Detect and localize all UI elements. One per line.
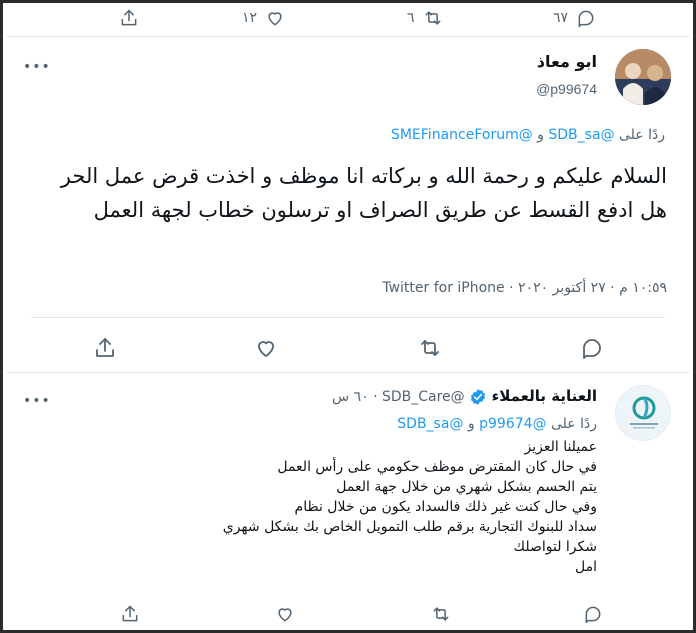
reply-line: شكرا لتواصلك <box>513 539 597 555</box>
heart-icon <box>268 12 282 26</box>
reply-line: في حال كان المقترض موظف حكومي على رأس ال… <box>277 459 597 475</box>
reply-and: و <box>467 416 475 432</box>
share-icon <box>96 338 114 357</box>
divider <box>31 317 665 318</box>
like-button[interactable] <box>275 604 295 624</box>
author-name[interactable]: ابو معاذ <box>537 52 597 71</box>
meta-separator: · <box>610 280 615 296</box>
share-button[interactable] <box>120 604 140 624</box>
retweet-button[interactable] <box>418 336 442 360</box>
avatar[interactable] <box>615 49 671 105</box>
reply-line: عميلنا العزيز <box>524 439 597 455</box>
heart-icon <box>278 608 292 622</box>
reply-line: سداد للبنوك التجارية برقم طلب التمويل ال… <box>222 519 597 535</box>
tweet-time-ago[interactable]: ٦٠ س <box>332 389 369 405</box>
more-options-icon[interactable]: ••• <box>23 59 51 75</box>
reply-icon <box>583 339 601 359</box>
tweet-date[interactable]: ٢٧ أكتوبر ٢٠٢٠ <box>518 280 606 296</box>
avatar[interactable] <box>615 385 671 441</box>
more-options-icon[interactable]: ••• <box>23 393 51 409</box>
share-icon <box>122 605 138 622</box>
reply-line: يتم الحسم بشكل شهري من خلال جهة العمل <box>336 479 597 495</box>
reply-and: و <box>537 127 544 143</box>
heart-icon <box>258 341 274 357</box>
reply-line: وفي حال كنت غير ذلك فالسداد يكون من خلال… <box>294 499 597 515</box>
reply-button[interactable]: ٦٧ <box>553 8 596 28</box>
divider <box>6 36 690 37</box>
replying-to: ردًا على @p99674 و @SDB_sa <box>397 416 597 432</box>
meta-separator: · <box>509 280 514 296</box>
retweet-count: ٦ <box>407 10 415 26</box>
mention-link[interactable]: @SMEFinanceForum <box>391 127 533 143</box>
meta-separator: · <box>373 389 378 405</box>
retweet-button[interactable] <box>431 604 451 624</box>
tweet-thread-window: ١٢ ٦ ٦٧ ابو معاذ @p99674 ••• ردًا على @S… <box>0 0 696 633</box>
retweet-button[interactable]: ٦ <box>407 8 443 28</box>
author-handle[interactable]: @SDB_Care <box>382 389 465 405</box>
reply-icon <box>578 10 594 28</box>
reply-line: امل <box>575 559 597 575</box>
share-button[interactable] <box>119 8 139 28</box>
retweet-icon <box>433 607 449 621</box>
tweet-time[interactable]: ١٠:٥٩ م <box>619 280 667 296</box>
reply-header: العناية بالعملاء @SDB_Care · ٦٠ س <box>332 387 597 406</box>
reply-icon <box>585 606 601 624</box>
reply-prefix: ردًا على <box>551 416 597 432</box>
author-handle[interactable]: @p99674 <box>536 81 597 97</box>
retweet-icon <box>421 340 439 356</box>
sdb-logo-icon <box>630 396 658 429</box>
avatar-photo <box>615 49 671 105</box>
author-name[interactable]: العناية بالعملاء <box>492 387 597 405</box>
reply-prefix: ردًا على <box>619 127 665 143</box>
like-button[interactable] <box>254 336 278 360</box>
share-icon <box>121 9 137 26</box>
reply-text: عميلنا العزيز في حال كان المقترض موظف حك… <box>63 437 597 577</box>
reply-button[interactable] <box>583 604 603 624</box>
retweet-icon <box>425 11 440 25</box>
replying-to: ردًا على @SDB_sa و @SMEFinanceForum <box>391 127 665 143</box>
like-button[interactable]: ١٢ <box>242 8 285 28</box>
tweet-text: السلام عليكم و رحمة الله و بركاته انا مو… <box>60 164 667 222</box>
like-count: ١٢ <box>242 10 258 26</box>
tweet-source[interactable]: Twitter for iPhone <box>382 280 504 296</box>
tweet-meta: ١٠:٥٩ م · ٢٧ أكتوبر ٢٠٢٠ · Twitter for i… <box>382 280 667 296</box>
mention-link[interactable]: @SDB_sa <box>397 416 463 432</box>
reply-count: ٦٧ <box>553 10 569 26</box>
mention-link[interactable]: @SDB_sa <box>548 127 614 143</box>
mention-link[interactable]: @p99674 <box>479 416 546 432</box>
divider <box>6 372 690 373</box>
verified-badge-icon <box>470 389 486 405</box>
reply-button[interactable] <box>580 336 604 360</box>
share-button[interactable] <box>93 336 117 360</box>
